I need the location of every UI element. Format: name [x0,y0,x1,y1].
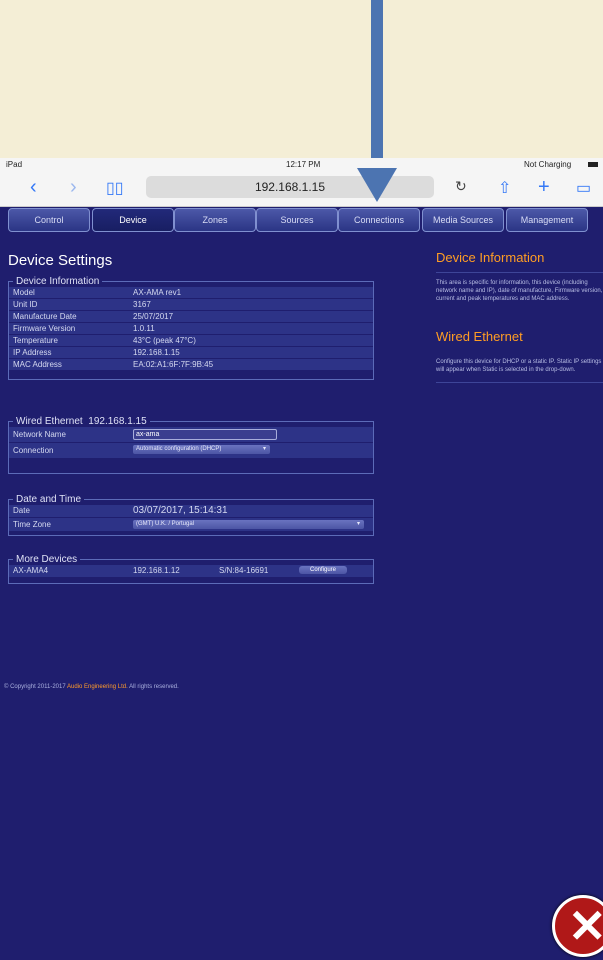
copyright-text: © Copyright 2011-2017 Audio Engineering … [4,684,179,690]
status-time: 12:17 PM [286,160,321,169]
tab-device[interactable]: Device [92,208,174,232]
forward-icon[interactable]: › [70,176,77,199]
tabs-icon[interactable]: ▭ [576,178,591,198]
copyright-prefix: © Copyright 2011-2017 [4,684,66,690]
time-zone-value: (GMT) U.K. / Portugal [136,521,195,527]
wired-ethernet-title: Wired Ethernet [16,416,83,427]
network-name-row: Network Name ax-ama [9,427,373,443]
share-icon[interactable]: ⇧ [498,178,511,198]
date-row: Date 03/07/2017, 15:14:31 [9,505,373,518]
more-devices-legend: More Devices [16,554,78,565]
ios-status-bar: iPad 12:17 PM Not Charging [0,158,603,172]
time-zone-row: Time Zone (GMT) U.K. / Portugal ▾ [9,518,373,532]
page-title: Device Settings [8,252,113,269]
info-label: Temperature [13,336,58,345]
date-label: Date [13,506,30,515]
info-row: Manufacture Date 25/07/2017 [9,311,373,323]
info-label: Unit ID [13,300,38,309]
safari-toolbar: ‹ › ▯▯ 192.168.1.15 ↻ ⇧ + ▭ [0,172,603,207]
info-value: 25/07/2017 [133,312,174,321]
help-wired-title: Wired Ethernet [436,329,523,344]
tab-control[interactable]: Control [8,208,90,232]
info-row: Temperature 43°C (peak 47°C) [9,335,373,347]
back-icon[interactable]: ‹ [30,176,37,199]
info-row: Model AX-AMA rev1 [9,287,373,299]
tab-sources[interactable]: Sources [256,208,338,232]
ipad-screen: iPad 12:17 PM Not Charging ‹ › ▯▯ 192.16… [0,158,603,960]
help-device-info-title: Device Information [436,250,545,265]
device-row: AX-AMA4 192.168.1.12 S/N:84-16691 Config… [9,565,373,578]
info-value: AX-AMA rev1 [133,288,182,297]
new-tab-icon[interactable]: + [538,176,550,199]
connection-label: Connection [13,446,54,455]
info-value: 3167 [133,300,151,309]
connection-row: Connection Automatic configuration (DHCP… [9,443,373,459]
wired-ethernet-legend: Wired Ethernet 192.168.1.15 [13,416,150,427]
time-zone-select[interactable]: (GMT) U.K. / Portugal ▾ [133,520,364,529]
battery-icon [588,162,598,167]
divider [436,382,603,383]
device-label: iPad [6,160,23,169]
date-time-legend: Date and Time [16,494,82,505]
tab-connections[interactable]: Connections [338,208,420,232]
time-zone-label: Time Zone [13,520,51,529]
info-label: MAC Address [13,360,62,369]
wired-ethernet-panel: Wired Ethernet 192.168.1.15 Network Name… [8,416,374,474]
device-serial: S/N:84-16691 [219,566,269,575]
bookmarks-icon[interactable]: ▯▯ [106,178,124,198]
company-link[interactable]: Audio Engineering Ltd. [67,684,128,690]
help-panel: Device Information This area is specific… [436,250,603,383]
help-device-info-text: This area is specific for information, t… [436,280,603,302]
device-information-legend: Device Information [16,276,100,287]
info-row: Unit ID 3167 [9,299,373,311]
device-name: AX-AMA4 [13,566,49,575]
battery-status: Not Charging [524,160,572,169]
pointer-arrow-head [357,168,397,202]
network-name-input[interactable]: ax-ama [133,429,277,440]
tab-media-sources[interactable]: Media Sources [422,208,504,232]
tab-zones[interactable]: Zones [174,208,256,232]
info-value: 192.168.1.15 [133,348,180,357]
wired-ethernet-ip: 192.168.1.15 [88,416,147,427]
connection-select-value: Automatic configuration (DHCP) [136,446,222,452]
info-label: Manufacture Date [13,312,77,321]
info-row: MAC Address EA:02:A1:6F:7F:9B:45 [9,359,373,371]
tab-management[interactable]: Management [506,208,588,232]
chevron-down-icon: ▾ [356,521,360,527]
pointer-arrow-shaft [371,0,383,170]
info-row: IP Address 192.168.1.15 [9,347,373,359]
info-value: 1.0.11 [133,324,155,333]
more-devices-panel: More Devices AX-AMA4 192.168.1.12 S/N:84… [8,554,374,584]
help-wired-text: Configure this device for DHCP or a stat… [436,359,602,373]
main-tabs: Control Device Zones Sources Connections… [8,206,598,234]
device-ip: 192.168.1.12 [133,566,180,575]
slide-background [0,0,603,158]
connection-select[interactable]: Automatic configuration (DHCP) ▾ [133,445,270,454]
date-time-panel: Date and Time Date 03/07/2017, 15:14:31 … [8,494,374,536]
info-label: Model [13,288,35,297]
configure-button[interactable]: Configure [299,566,347,574]
reload-icon[interactable]: ↻ [455,178,467,195]
device-information-panel: Device Information Model AX-AMA rev1 Unit… [8,276,374,380]
info-label: Firmware Version [13,324,76,333]
info-row: Firmware Version 1.0.11 [9,323,373,335]
info-value: EA:02:A1:6F:7F:9B:45 [133,360,214,369]
date-value: 03/07/2017, 15:14:31 [133,505,228,516]
network-name-label: Network Name [13,430,66,439]
info-value: 43°C (peak 47°C) [133,336,196,345]
chevron-down-icon: ▾ [262,446,266,452]
divider [436,272,603,273]
info-label: IP Address [13,348,52,357]
copyright-suffix: All rights reserved. [129,684,179,690]
